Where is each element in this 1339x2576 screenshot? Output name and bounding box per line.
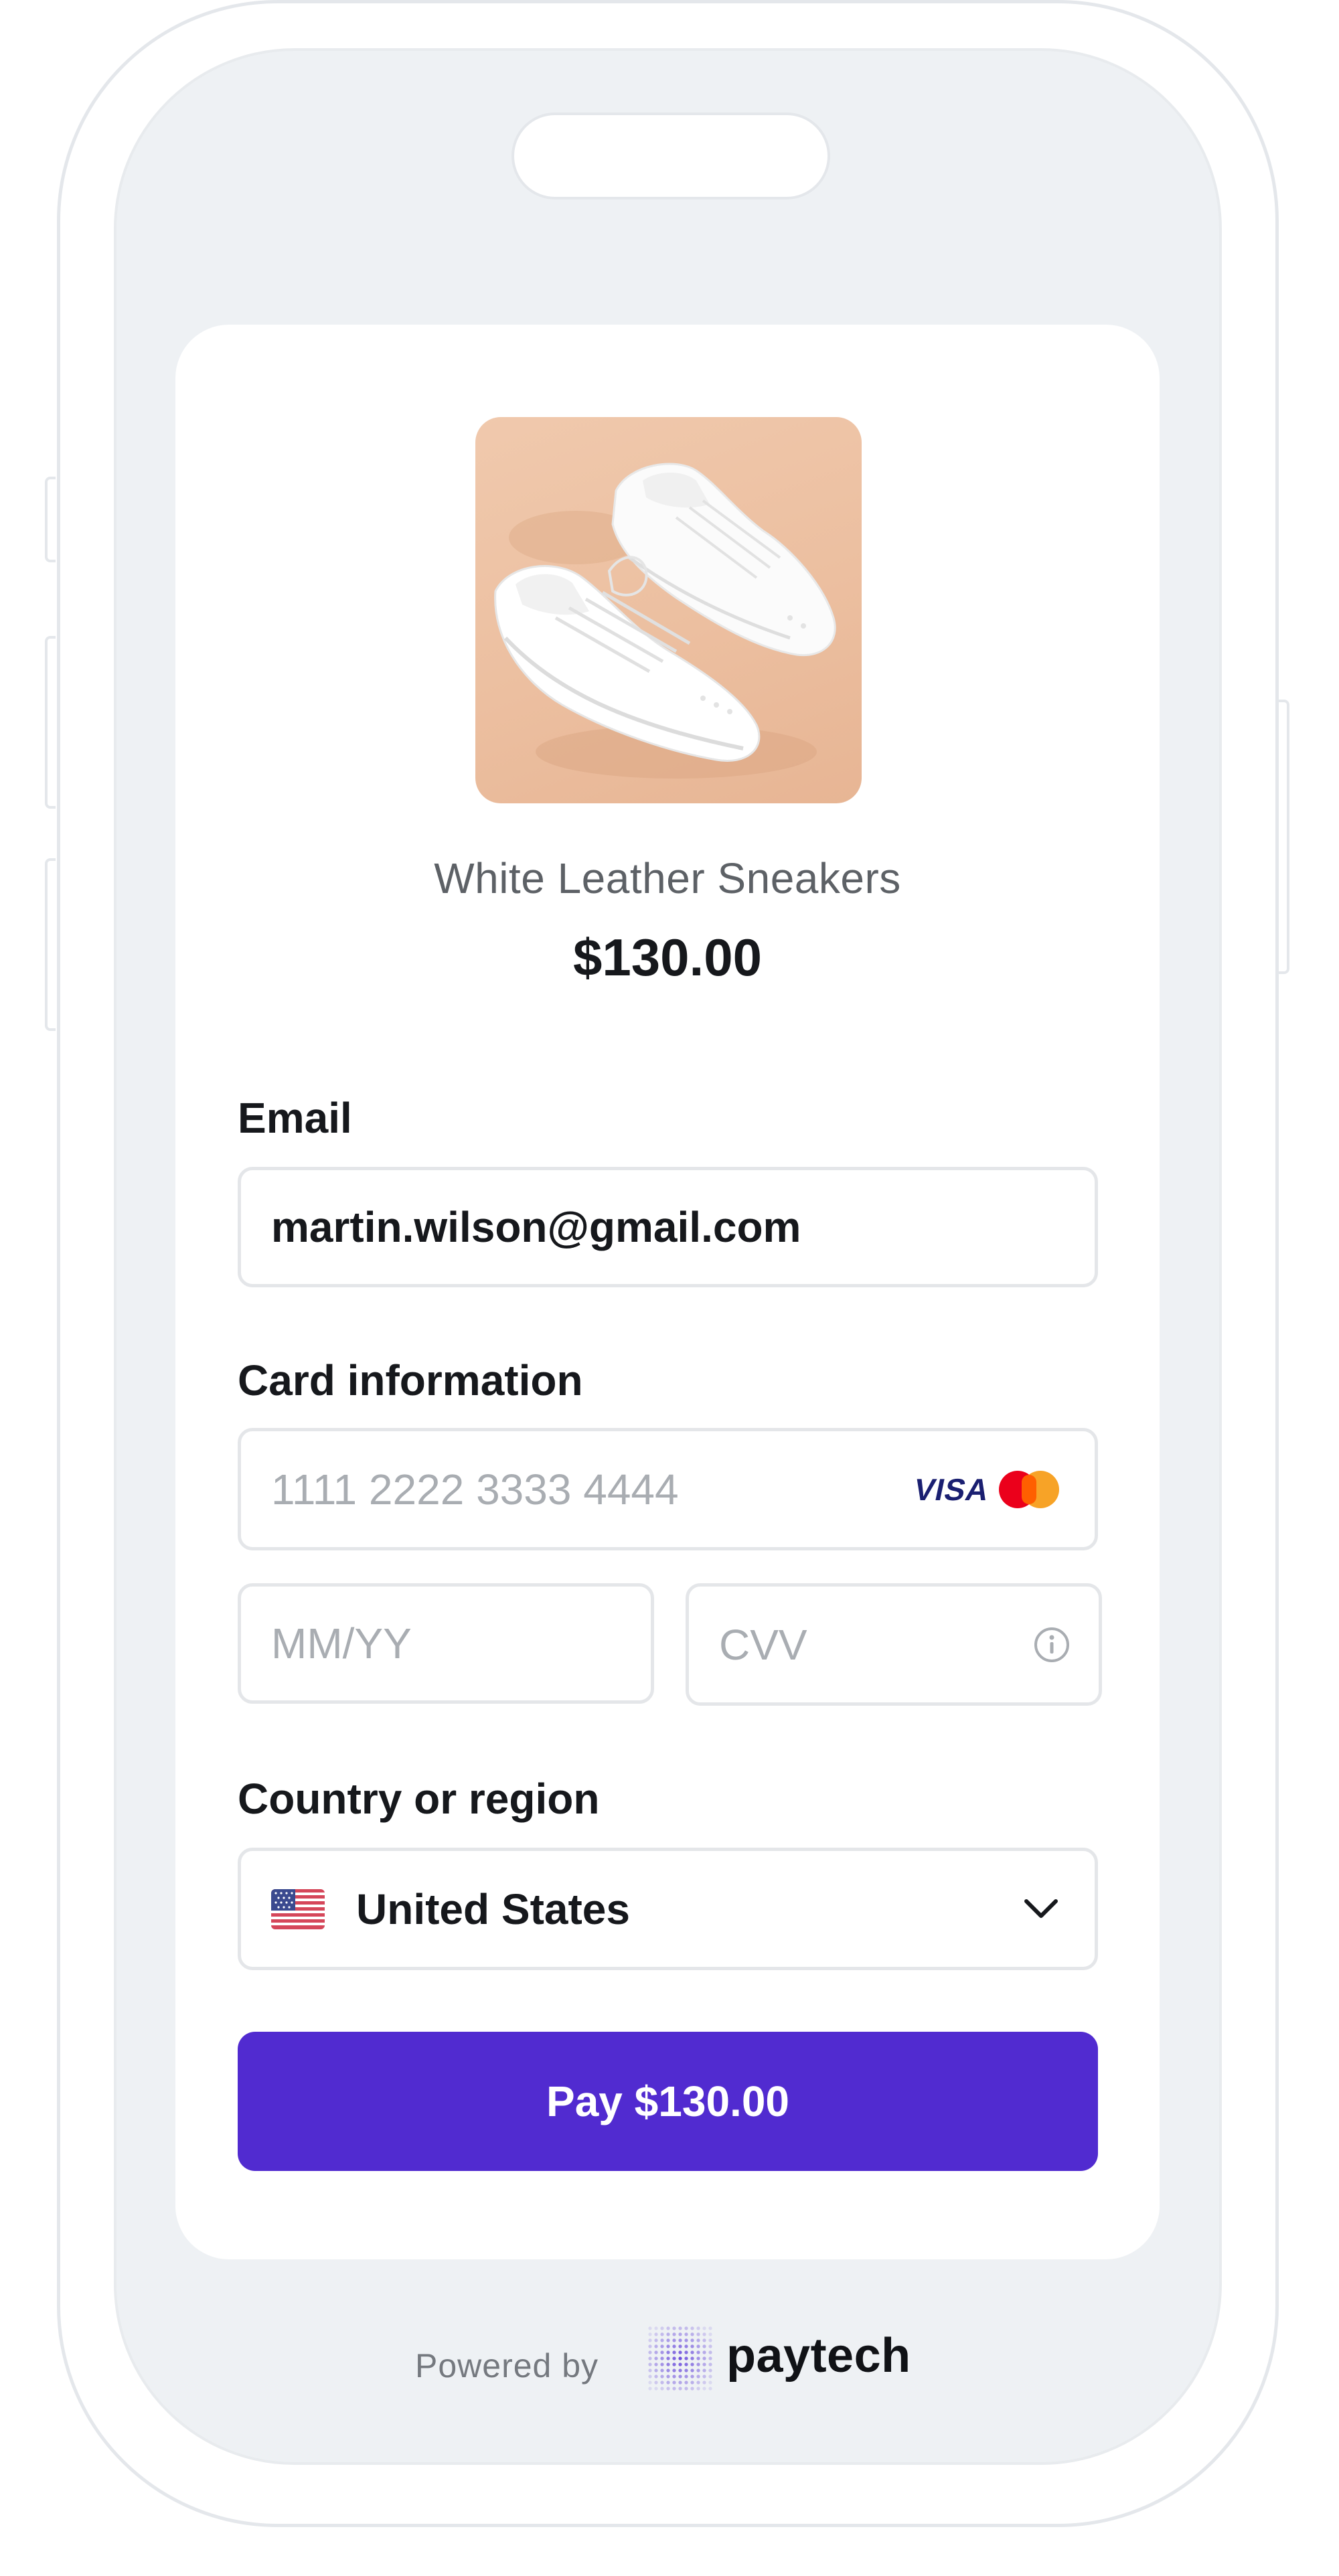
- country-label: Country or region: [238, 1775, 600, 1823]
- product-price: $130.00: [573, 928, 762, 987]
- checkout-card: White Leather Sneakers $130.00 Email mar…: [175, 325, 1160, 2259]
- email-value: martin.wilson@gmail.com: [271, 1203, 801, 1251]
- us-flag-icon: [271, 1888, 325, 1929]
- country-select[interactable]: United States: [238, 1848, 1098, 1970]
- card-info-label: Card information: [238, 1356, 583, 1404]
- pay-button[interactable]: Pay $130.00: [238, 2032, 1098, 2171]
- visa-logo-icon: VISA: [911, 1471, 993, 1507]
- paytech-brand: paytech: [726, 2329, 911, 2383]
- powered-by-text: Powered by: [415, 2347, 599, 2385]
- info-icon[interactable]: [1033, 1626, 1071, 1664]
- product-name: White Leather Sneakers: [434, 854, 901, 902]
- paytech-logo-icon: [648, 2326, 712, 2391]
- phone-side-button: [1279, 700, 1289, 974]
- cvv-field[interactable]: CVV: [686, 1583, 1102, 1706]
- phone-side-button: [45, 636, 56, 809]
- sneakers-image-icon: [494, 463, 836, 779]
- cvv-placeholder: CVV: [719, 1620, 807, 1669]
- mastercard-logo-icon: [999, 1470, 1059, 1508]
- dynamic-island: [511, 112, 830, 199]
- email-field[interactable]: martin.wilson@gmail.com: [238, 1167, 1098, 1287]
- phone-side-button: [45, 477, 56, 562]
- chevron-down-icon: [1024, 1899, 1058, 1918]
- card-number-placeholder: 1111 2222 3333 4444: [271, 1465, 679, 1514]
- product-image: [475, 417, 862, 803]
- email-label: Email: [238, 1094, 352, 1142]
- card-number-field[interactable]: 1111 2222 3333 4444 VISA: [238, 1428, 1098, 1550]
- expiry-field[interactable]: MM/YY: [238, 1583, 654, 1704]
- expiry-placeholder: MM/YY: [271, 1619, 412, 1668]
- country-value: United States: [356, 1884, 630, 1933]
- phone-side-button: [45, 858, 56, 1031]
